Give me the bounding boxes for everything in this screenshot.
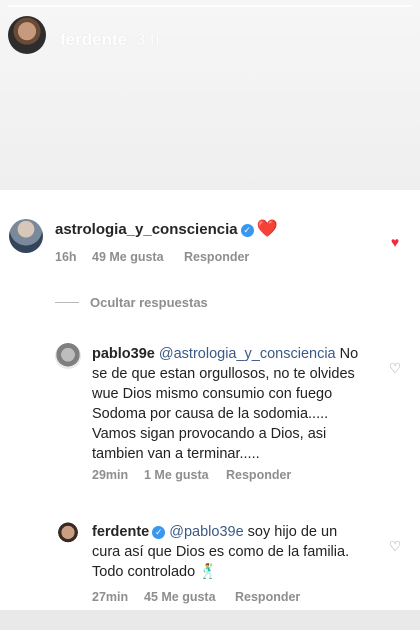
hide-replies-button[interactable]: Ocultar respuestas [90, 295, 208, 310]
comment-text: Sodoma por causa de la sodomia..... [92, 406, 329, 422]
heart-icon[interactable]: ♥ [388, 235, 402, 249]
comment-text: Vamos sigan provocando a Dios, asi [92, 426, 327, 442]
divider-line [55, 302, 79, 303]
avatar[interactable] [9, 219, 43, 253]
comment-first-line: pablo39e @astrologia_y_consciencia No [92, 344, 372, 364]
comment-text: cura así que Dios es como de la familia. [92, 544, 350, 560]
comment-last-line: Todo controlado 🕺 [92, 562, 382, 582]
story-progress-bar [8, 5, 412, 7]
avatar[interactable] [55, 343, 81, 369]
verified-badge-icon: ✓ [152, 525, 166, 539]
likes-count[interactable]: 45 Me gusta [144, 590, 216, 604]
bottom-strip [0, 610, 420, 630]
comment-3: ferdente ✓ @pablo39e soy hijo de un cura … [92, 522, 382, 582]
comment-2: pablo39e @astrologia_y_consciencia No se… [92, 344, 372, 464]
comment-first-line: ferdente ✓ @pablo39e soy hijo de un [92, 522, 382, 542]
mention-link[interactable]: @pablo39e [169, 524, 243, 540]
avatar[interactable] [55, 522, 81, 548]
story-background: ferdente 3 h [0, 0, 420, 190]
verified-badge-icon: ✓ [240, 223, 254, 237]
story-time: 3 h [136, 30, 160, 49]
dancer-emoji: 🕺 [199, 564, 218, 580]
likes-count[interactable]: 49 Me gusta [92, 250, 164, 264]
story-username[interactable]: ferdente [60, 30, 127, 50]
comment-time: 29min [92, 468, 129, 482]
comment-text: se de que estan orgullosos, no te olvide… [92, 366, 355, 382]
comment-time: 27min [92, 590, 129, 604]
heart-icon[interactable]: ♡ [388, 361, 402, 375]
comment-username[interactable]: astrologia_y_consciencia [55, 221, 238, 238]
reply-button[interactable]: Responder [226, 468, 291, 482]
comment-text: Todo controlado [92, 564, 196, 580]
comment-username[interactable]: ferdente [92, 524, 149, 540]
comment-text: tambien van a terminar..... [92, 446, 260, 462]
comment-1: astrologia_y_consciencia ✓ ❤️ [55, 220, 278, 239]
reply-button[interactable]: Responder [184, 250, 249, 264]
heart-emoji: ❤️ [256, 219, 278, 238]
reply-button[interactable]: Responder [235, 590, 300, 604]
comment-username[interactable]: pablo39e [92, 346, 155, 362]
mention-link[interactable]: @astrologia_y_consciencia [159, 346, 336, 362]
comment-text: No [339, 346, 359, 362]
comment-time: 16h [55, 250, 77, 264]
comment-text: soy hijo de un [247, 524, 338, 540]
heart-icon[interactable]: ♡ [388, 539, 402, 553]
comment-text: wue Dios mismo consumio con fuego [92, 386, 333, 402]
likes-count[interactable]: 1 Me gusta [144, 468, 209, 482]
story-avatar[interactable] [8, 16, 46, 54]
